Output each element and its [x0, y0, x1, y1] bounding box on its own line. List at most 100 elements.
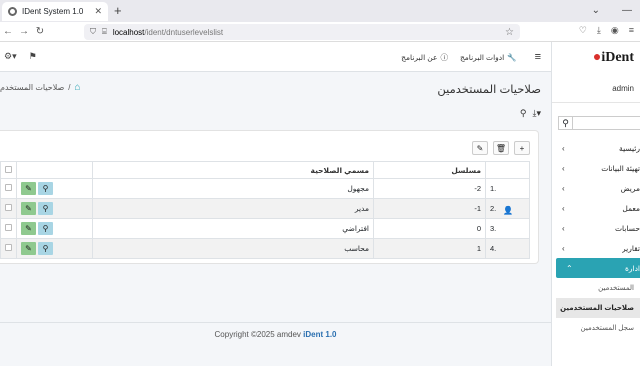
profile-icon[interactable]: ◉ — [611, 25, 619, 36]
delete-icon[interactable]: 🗑 — [493, 141, 509, 155]
select-all-checkbox[interactable] — [0, 161, 17, 179]
name-header[interactable]: مسمي الصلاحية — [92, 161, 374, 179]
forward-arrow-icon[interactable]: → — [16, 26, 32, 37]
chevron-up-icon: ⌃ — [566, 263, 573, 273]
sidebar-divider — [552, 102, 640, 103]
sidebar-item-accounts[interactable]: ‹ حسابات — [552, 218, 640, 238]
edit-icon[interactable]: ✎ — [21, 242, 36, 255]
name-cell: محاسب — [92, 238, 374, 259]
breadcrumb-separator: / — [68, 83, 71, 92]
sidebar-item-label: تقارير — [621, 243, 640, 253]
row-checkbox[interactable] — [0, 198, 17, 219]
sidebar-item-patient[interactable]: ‹ مريض — [552, 178, 640, 198]
copyright-text: Copyright ©2025 amdev — [214, 330, 301, 339]
about-label: عن البرنامج — [401, 52, 438, 62]
tab-strip: IDent System 1.0 ✕ + ⌄ — — [0, 0, 640, 22]
view-icon[interactable]: ⚲ — [38, 222, 53, 235]
sidebar-item-label: معمل — [622, 203, 640, 213]
table-row[interactable]: 👤 ✎ ⚲ افتراضي 0 3. — [0, 206, 530, 239]
sidebar-item-lab[interactable]: ‹ معمل — [552, 198, 640, 218]
view-icon[interactable]: ⚲ — [38, 182, 53, 195]
star-icon[interactable]: ☆ — [505, 27, 514, 38]
minimize-icon[interactable]: — — [622, 5, 632, 16]
browser-chrome: IDent System 1.0 ✕ + ⌄ — ← → ↻ ⛉ ⌸ local… — [0, 0, 640, 42]
reload-icon[interactable]: ↻ — [32, 26, 48, 37]
chevron-icon: ‹ — [562, 203, 565, 213]
close-icon[interactable]: ✕ — [94, 6, 102, 17]
serial-cell: -1 — [373, 198, 486, 219]
current-user[interactable]: admin — [612, 84, 634, 93]
footer-brand[interactable]: iDent 1.0 — [303, 330, 336, 339]
topbar-right: عن البرنامج ⓘ ادوات البرنامج 🔧 ≡ — [401, 51, 541, 63]
about-link[interactable]: عن البرنامج ⓘ — [401, 52, 448, 63]
tools-label: ادوات البرنامج — [459, 52, 505, 62]
download-icon[interactable]: ⤓ — [597, 25, 601, 36]
window-controls: ⌄ — — [592, 5, 632, 16]
shield-icon[interactable]: ⛉ — [90, 27, 96, 37]
serial-cell: 0 — [373, 218, 486, 239]
breadcrumb: صلاحيات المستخدم / ⌂ — [0, 82, 81, 93]
name-cell: مدير — [92, 198, 374, 219]
serial-header[interactable]: مسلسل — [373, 161, 486, 179]
table-row[interactable]: 👤 ✎ ⚲ محاسب 1 4. — [0, 206, 530, 259]
index-cell: 4. — [485, 238, 530, 259]
gear-icon[interactable]: ⚙▾ — [4, 51, 17, 62]
home-icon[interactable]: ⌂ — [75, 82, 81, 93]
menu-icon[interactable]: ≡ — [629, 25, 634, 36]
user-icon[interactable]: 👤 — [501, 204, 516, 217]
search-icon[interactable]: ⚲ — [520, 108, 527, 119]
back-arrow-icon[interactable]: ← — [0, 26, 16, 37]
app: ⚙▾ ⚑ عن البرنامج ⓘ ادوات البرنامج 🔧 ≡ صل… — [0, 42, 640, 366]
sidebar-item-label: رئيسية — [619, 143, 640, 153]
sidebar-subitem-user-levels[interactable]: صلاحيات المستخدمين — [556, 298, 640, 318]
table-row[interactable]: 👤✎⚲ مدير -1 2. — [0, 198, 530, 219]
sidebar-item-setup[interactable]: ‹ تهيئة البيانات — [552, 158, 640, 178]
flag-icon[interactable]: ⚑ — [29, 51, 37, 62]
edit-icon[interactable]: ✎ — [472, 141, 488, 155]
sidebar-item-label: مريض — [620, 183, 640, 193]
row-checkbox[interactable] — [0, 238, 17, 259]
edit-icon[interactable]: ✎ — [21, 182, 36, 195]
browser-tab[interactable]: IDent System 1.0 ✕ — [2, 2, 108, 21]
top-bar: ⚙▾ ⚑ عن البرنامج ⓘ ادوات البرنامج 🔧 ≡ — [0, 42, 551, 72]
topbar-left: ⚙▾ ⚑ — [4, 51, 37, 62]
search-icon[interactable]: ⚲ — [559, 117, 573, 129]
sidebar-item-label: حسابات — [614, 223, 640, 233]
tools-link[interactable]: ادوات البرنامج 🔧 — [460, 53, 517, 62]
row-actions: 👤 ✎⚲ — [16, 206, 513, 239]
serial-cell: -2 — [373, 178, 486, 199]
url-host: localhost — [112, 27, 145, 37]
sidebar-item-home[interactable]: ‹ رئيسية — [552, 138, 640, 158]
footer: Copyright ©2025 amdev iDent 1.0 — [0, 322, 551, 346]
chevron-icon: ‹ — [562, 243, 565, 253]
url-bar[interactable]: ⛉ ⌸ localhost/ident/dntuserlevelslist ☆ — [84, 24, 520, 40]
sidebar: ●iDent admin ⚲ ‹ رئيسية ‹ تهيئة البيانات ‹… — [551, 42, 640, 366]
view-icon[interactable]: ⚲ — [38, 202, 53, 215]
menu-icon[interactable]: ≡ — [535, 51, 541, 63]
row-checkbox[interactable] — [0, 218, 17, 239]
name-cell: افتراضي — [92, 218, 374, 239]
edit-icon[interactable]: ✎ — [21, 202, 36, 215]
sidebar-item-reports[interactable]: ‹ تقارير — [552, 238, 640, 258]
plus-icon[interactable]: + — [114, 3, 122, 18]
table-row[interactable]: 👤 ✎ ⚲ مجهول -2 1. — [0, 178, 530, 215]
view-icon[interactable]: ⚲ — [38, 242, 53, 255]
favicon-icon — [8, 7, 17, 16]
export-icon[interactable]: ⤓▾ — [533, 108, 542, 119]
sidebar-item-admin[interactable]: ⌃ ادارة — [556, 258, 640, 278]
edit-icon[interactable]: ✎ — [21, 222, 36, 235]
page-info-icon[interactable]: ⌸ — [102, 27, 107, 37]
row-actions: 👤 ✎⚲ — [16, 178, 513, 215]
chevron-down-icon[interactable]: ⌄ — [592, 5, 600, 16]
sidebar-subitem-user-log[interactable]: سجل المستخدمين — [552, 318, 640, 338]
row-checkbox[interactable] — [0, 178, 17, 199]
chevron-icon: ‹ — [562, 183, 565, 193]
sidebar-menu: ‹ رئيسية ‹ تهيئة البيانات ‹ مريض ‹ معمل ‹ حسا… — [552, 138, 640, 338]
sidebar-search[interactable]: ⚲ — [558, 116, 640, 130]
pocket-icon[interactable]: ♡ — [579, 25, 587, 36]
add-icon[interactable]: + — [514, 141, 530, 155]
page-title: صلاحيات المستخدمين — [437, 84, 541, 96]
url-path: /ident/dntuserlevelslist — [144, 27, 224, 37]
sidebar-subitem-users[interactable]: المستخدمين — [552, 278, 640, 298]
app-logo[interactable]: ●iDent — [593, 50, 634, 66]
